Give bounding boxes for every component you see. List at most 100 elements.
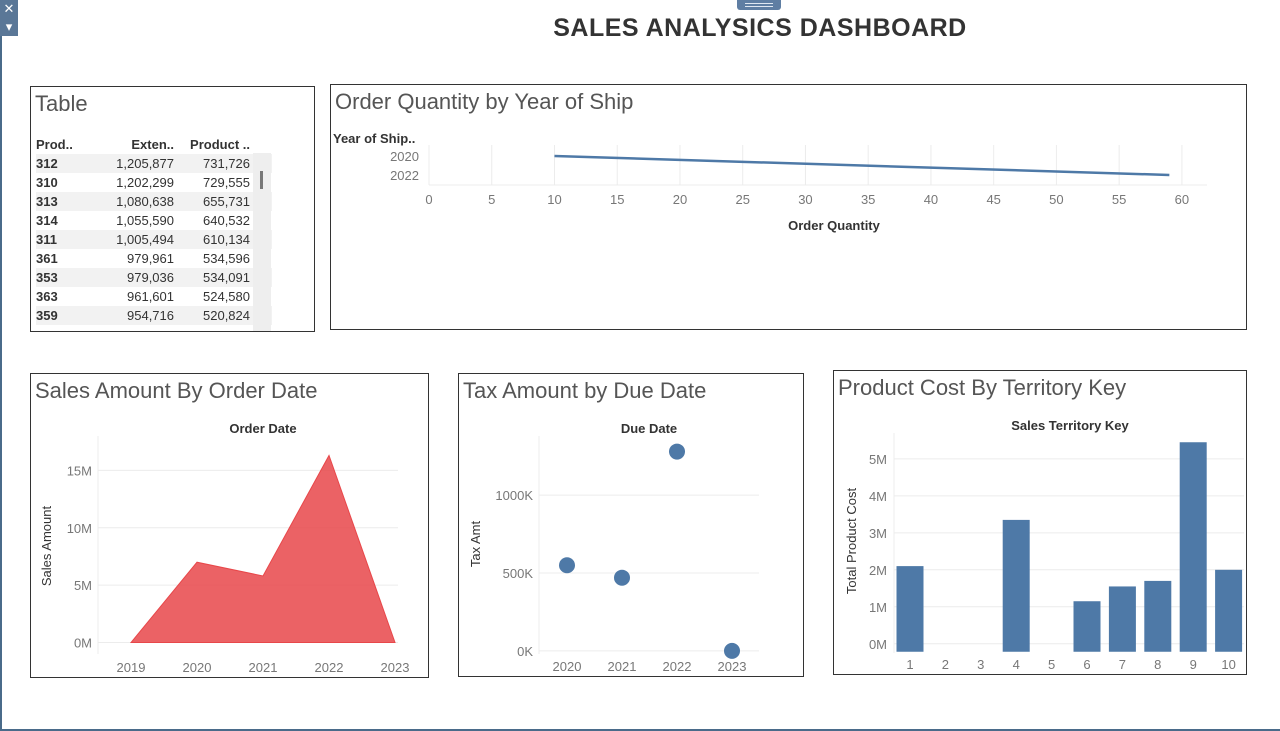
y-axis-label: Sales Amount bbox=[39, 506, 54, 587]
cell-product: 312 bbox=[36, 156, 58, 171]
cell-product-cost: 524,580 bbox=[203, 289, 250, 304]
bar bbox=[1179, 442, 1207, 652]
cell-extended: 961,601 bbox=[127, 289, 174, 304]
x-tick-label: 2020 bbox=[553, 659, 582, 674]
y-tick-label: 15M bbox=[67, 463, 92, 478]
cell-extended: 1,080,638 bbox=[116, 194, 174, 209]
x-tick-label: 15 bbox=[610, 192, 624, 207]
scatter-point bbox=[724, 642, 740, 659]
bar bbox=[1215, 569, 1243, 652]
y-axis-label: Total Product Cost bbox=[844, 488, 859, 595]
cell-extended: 954,716 bbox=[127, 308, 174, 323]
x-tick-label: 25 bbox=[735, 192, 749, 207]
table-body: 312 1,205,877 731,726 310 1,202,299 729,555 31… bbox=[36, 154, 272, 325]
cell-extended: 1,202,299 bbox=[116, 175, 174, 190]
cell-product: 359 bbox=[36, 308, 58, 323]
x-axis-label: Due Date bbox=[621, 421, 677, 436]
bar bbox=[1144, 580, 1172, 652]
bar bbox=[1002, 519, 1030, 652]
table-scrollbar[interactable] bbox=[253, 153, 271, 331]
y-tick-label: 0M bbox=[74, 636, 92, 651]
y-axis-label: Tax Amt bbox=[468, 521, 483, 568]
x-tick-label: 8 bbox=[1154, 657, 1161, 672]
x-tick-label: 6 bbox=[1083, 657, 1090, 672]
y-tick-label: 0K bbox=[517, 644, 533, 659]
table-row: 312 1,205,877 731,726 bbox=[36, 154, 272, 173]
cell-product-cost: 640,532 bbox=[203, 213, 250, 228]
tax-amount-chart: Due Date Tax Amt 0K 500K 1000K 2020 2021 2022… bbox=[468, 421, 759, 674]
x-tick-label: 35 bbox=[861, 192, 875, 207]
area-series bbox=[129, 454, 396, 644]
y-axis-label: Year of Ship.. bbox=[333, 131, 415, 146]
x-tick-label: 1 bbox=[906, 657, 913, 672]
table-row: 363 961,601 524,580 bbox=[36, 287, 272, 306]
series-line bbox=[554, 154, 1170, 177]
window-frame-left bbox=[0, 0, 2, 731]
y-tick-label: 2020 bbox=[390, 149, 419, 164]
cell-extended: 1,055,590 bbox=[116, 213, 174, 228]
scatter-point bbox=[669, 443, 685, 460]
cell-product-cost: 729,555 bbox=[203, 175, 250, 190]
dashboard-title: SALES ANALYSICS DASHBOARD bbox=[553, 14, 967, 42]
column-header-extended[interactable]: Exten.. bbox=[86, 135, 174, 154]
x-tick-label: 2021 bbox=[608, 659, 637, 674]
sales-amount-panel: Sales Amount By Order Date Order Date Sa… bbox=[30, 373, 429, 678]
x-tick-label: 30 bbox=[798, 192, 812, 207]
x-tick-label: 10 bbox=[547, 192, 561, 207]
y-tick-label: 2M bbox=[869, 563, 887, 578]
x-tick-label: 4 bbox=[1013, 657, 1020, 672]
table-row: 314 1,055,590 640,532 bbox=[36, 211, 272, 230]
table-row: 353 979,036 534,091 bbox=[36, 268, 272, 287]
y-tick-label: 500K bbox=[503, 566, 534, 581]
order-quantity-chart: Year of Ship.. Order Quantity 0 5 10 15 20 25… bbox=[333, 131, 1207, 233]
x-tick-label: 50 bbox=[1049, 192, 1063, 207]
table-panel: Table Prod.. Exten.. Product .. 312 1,205… bbox=[30, 86, 315, 332]
bar bbox=[896, 566, 924, 652]
cell-product: 311 bbox=[36, 232, 57, 247]
x-tick-label: 2022 bbox=[315, 660, 344, 675]
x-tick-label: 2021 bbox=[249, 660, 278, 675]
y-tick-label: 5M bbox=[869, 452, 887, 467]
product-cost-chart: Sales Territory Key Total Product Cost 0… bbox=[844, 418, 1244, 672]
x-tick-label: 3 bbox=[977, 657, 984, 672]
x-tick-label: 40 bbox=[924, 192, 938, 207]
column-header-product-cost[interactable]: Product .. bbox=[174, 135, 250, 154]
x-tick-label: 0 bbox=[425, 192, 432, 207]
x-tick-label: 5 bbox=[488, 192, 495, 207]
x-tick-label: 60 bbox=[1175, 192, 1189, 207]
x-axis-label: Order Quantity bbox=[788, 218, 881, 233]
x-tick-label: 7 bbox=[1119, 657, 1126, 672]
cell-extended: 1,205,877 bbox=[116, 156, 174, 171]
bar bbox=[1073, 601, 1101, 652]
cell-extended: 1,005,494 bbox=[116, 232, 174, 247]
order-quantity-panel: Order Quantity by Year of Ship Year of S… bbox=[330, 84, 1247, 330]
x-tick-label: 45 bbox=[986, 192, 1000, 207]
x-tick-label: 2 bbox=[942, 657, 949, 672]
drag-handle[interactable] bbox=[737, 0, 781, 10]
cell-product: 363 bbox=[36, 289, 58, 304]
cell-product: 314 bbox=[36, 213, 58, 228]
column-header-product[interactable]: Prod.. bbox=[36, 135, 86, 154]
cell-product-cost: 534,091 bbox=[203, 270, 250, 285]
cell-extended: 979,036 bbox=[127, 270, 174, 285]
table-row: 313 1,080,638 655,731 bbox=[36, 192, 272, 211]
x-axis-label: Order Date bbox=[229, 421, 296, 436]
tax-amount-panel: Tax Amount by Due Date Due Date Tax Amt … bbox=[458, 373, 804, 677]
x-tick-label: 20 bbox=[673, 192, 687, 207]
table-row: 311 1,005,494 610,134 bbox=[36, 230, 272, 249]
x-tick-label: 2022 bbox=[663, 659, 692, 674]
cell-product-cost: 610,134 bbox=[203, 232, 250, 247]
table-title: Table bbox=[35, 91, 88, 116]
table-row: 310 1,202,299 729,555 bbox=[36, 173, 272, 192]
y-tick-label: 10M bbox=[67, 521, 92, 536]
y-tick-label: 4M bbox=[869, 489, 887, 504]
cell-product: 353 bbox=[36, 270, 58, 285]
x-tick-label: 2020 bbox=[183, 660, 212, 675]
scrollbar-thumb[interactable] bbox=[260, 171, 263, 189]
table-header: Prod.. Exten.. Product .. bbox=[36, 135, 272, 154]
cell-product: 361 bbox=[36, 251, 58, 266]
cell-product: 310 bbox=[36, 175, 58, 190]
table-row: 361 979,961 534,596 bbox=[36, 249, 272, 268]
sales-amount-chart: Order Date Sales Amount 0M 5M 10M 15M 2019 20… bbox=[39, 421, 409, 675]
x-tick-label: 5 bbox=[1048, 657, 1055, 672]
